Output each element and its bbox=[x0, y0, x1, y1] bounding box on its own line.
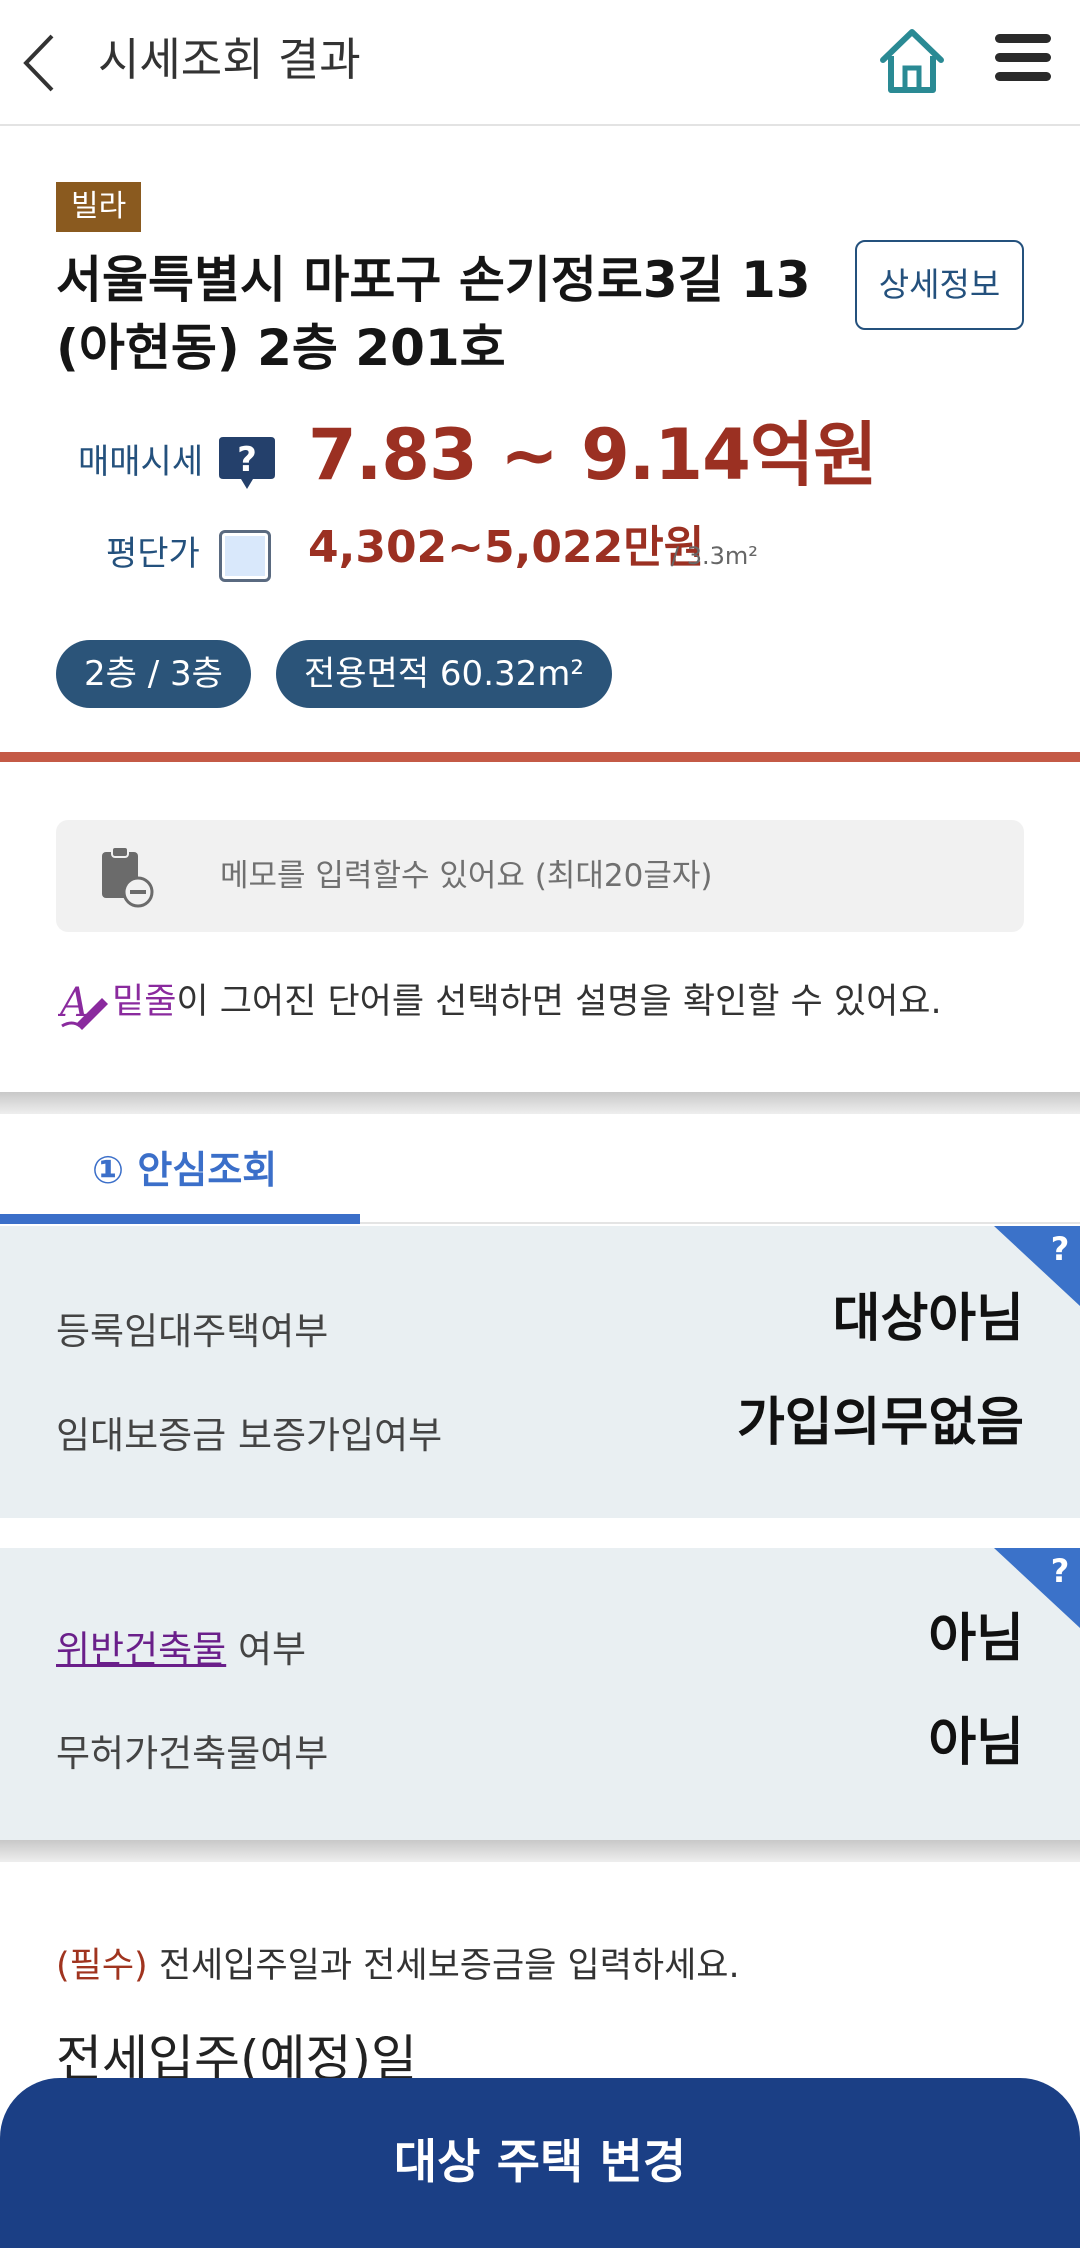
hint-underline-word: 밑줄 bbox=[112, 982, 177, 1022]
unit-price-suffix: / 3.3m² bbox=[671, 542, 758, 570]
violation-building-label: 위반건축물 여부 bbox=[56, 1620, 306, 1680]
active-tab-indicator bbox=[0, 1214, 360, 1224]
unpermitted-building-label: 무허가건축물여부 bbox=[56, 1732, 329, 1775]
svg-text:?: ? bbox=[1051, 1552, 1070, 1590]
change-target-house-button[interactable]: 대상 주택 변경 bbox=[0, 2078, 1080, 2248]
svg-text:?: ? bbox=[1051, 1230, 1070, 1268]
home-icon[interactable] bbox=[875, 24, 949, 98]
app-header: 시세조회 결과 bbox=[0, 0, 1080, 126]
violation-building-label-rest: 여부 bbox=[226, 1628, 307, 1671]
building-violation-panel: ? 위반건축물 여부 아님 무허가건축물여부 아님 bbox=[0, 1548, 1080, 1840]
address-line-2: (아현동) 2층 201호 bbox=[56, 319, 506, 377]
question-help-icon[interactable]: ? bbox=[217, 433, 277, 491]
detail-info-button[interactable]: 상세정보 bbox=[855, 240, 1024, 330]
violation-building-link[interactable]: 위반건축물 bbox=[56, 1628, 226, 1671]
registered-rental-value: 대상아님 bbox=[832, 1289, 1024, 1349]
violation-building-value: 아님 bbox=[928, 1609, 1024, 1669]
underline-pen-icon: A bbox=[58, 980, 108, 1030]
page-title: 시세조회 결과 bbox=[98, 33, 361, 86]
deposit-guarantee-value: 가입의무없음 bbox=[736, 1393, 1024, 1453]
section-separator bbox=[0, 1840, 1080, 1862]
rental-info-panel: ? 등록임대주택여부 대상아님 임대보증금 보증가입여부 가입의무없음 bbox=[0, 1226, 1080, 1518]
underline-hint: A 밑줄이 그어진 단어를 선택하면 설명을 확인할 수 있어요. bbox=[58, 970, 942, 1034]
required-notice: (필수) 전세입주일과 전세보증금을 입력하세요. bbox=[56, 1936, 740, 1996]
required-mark: (필수) bbox=[56, 1946, 148, 1986]
section-separator bbox=[0, 1092, 1080, 1114]
clipboard-memo-icon bbox=[102, 846, 154, 908]
registered-rental-label: 등록임대주택여부 bbox=[56, 1310, 329, 1353]
sale-price-value: 7.83 ~ 9.14억원 bbox=[308, 414, 878, 496]
tab-safe-check[interactable]: ① 안심조회 bbox=[0, 1114, 360, 1224]
deposit-guarantee-label: 임대보증금 보증가입여부 bbox=[56, 1414, 443, 1457]
property-type-badge: 빌라 bbox=[56, 182, 142, 232]
address-line-1: 서울특별시 마포구 손기정로3길 13 bbox=[56, 251, 811, 309]
section-divider bbox=[0, 752, 1080, 762]
unit-price-value: 4,302~5,022만원 bbox=[308, 522, 705, 573]
floor-pill: 2층 / 3층 bbox=[56, 640, 251, 708]
property-address: 서울특별시 마포구 손기정로3길 13 (아현동) 2층 201호 bbox=[56, 246, 836, 382]
unit-price-toggle-checkbox[interactable] bbox=[219, 530, 271, 582]
back-chevron-icon[interactable] bbox=[14, 28, 74, 98]
unit-price-label: 평단가 bbox=[106, 534, 200, 574]
area-pill: 전용면적 60.32m² bbox=[276, 640, 613, 708]
price-label: 매매시세 bbox=[78, 442, 204, 482]
memo-input[interactable]: 메모를 입력할수 있어요 (최대20글자) bbox=[56, 820, 1024, 932]
required-text: 전세입주일과 전세보증금을 입력하세요. bbox=[147, 1946, 740, 1986]
unpermitted-building-value: 아님 bbox=[928, 1713, 1024, 1773]
hint-text: 이 그어진 단어를 선택하면 설명을 확인할 수 있어요. bbox=[176, 982, 942, 1022]
memo-placeholder: 메모를 입력할수 있어요 (최대20글자) bbox=[220, 858, 713, 894]
tab-safe-check-label: ① 안심조회 bbox=[92, 1148, 278, 1192]
hamburger-menu-icon[interactable] bbox=[995, 34, 1051, 90]
svg-text:?: ? bbox=[237, 440, 257, 480]
